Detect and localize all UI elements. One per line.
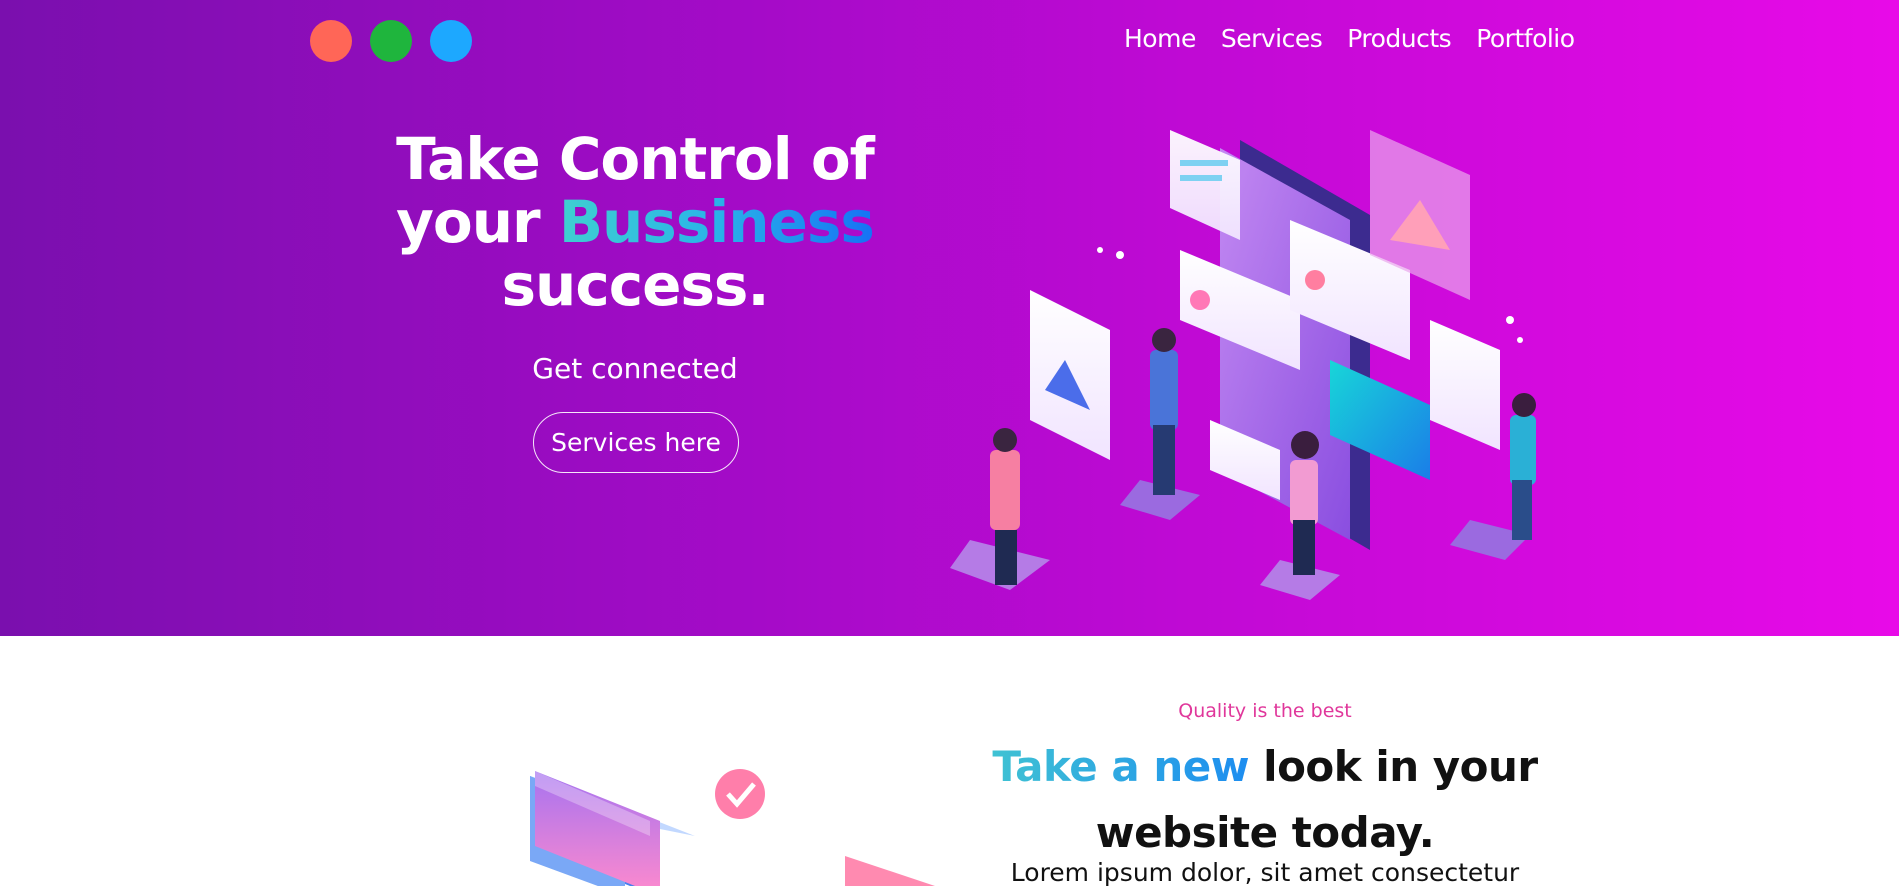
blue-dot-icon[interactable] bbox=[430, 20, 472, 62]
features-section: Quality is the best Take a new look in y… bbox=[0, 636, 1899, 886]
headline-line1: Take Control of bbox=[396, 125, 875, 193]
services-button[interactable]: Services here bbox=[533, 412, 739, 473]
nav-services[interactable]: Services bbox=[1221, 24, 1323, 53]
heading-highlight: Take a new bbox=[992, 742, 1250, 791]
nav-portfolio[interactable]: Portfolio bbox=[1476, 24, 1575, 53]
nav-products[interactable]: Products bbox=[1347, 24, 1451, 53]
section-heading: Take a new look in your website today. bbox=[985, 734, 1545, 866]
hero-section: Home Services Products Portfolio Take Co… bbox=[0, 0, 1899, 636]
headline-line3: success. bbox=[501, 251, 770, 319]
hero-illustration bbox=[950, 130, 1536, 600]
headline-highlight: Bussiness bbox=[558, 188, 875, 256]
heading-rest2: website today. bbox=[1095, 808, 1435, 857]
green-dot-icon[interactable] bbox=[370, 20, 412, 62]
main-nav: Home Services Products Portfolio bbox=[1124, 24, 1575, 53]
hero-subtitle: Get connected bbox=[532, 352, 738, 385]
dashboard-illustration bbox=[530, 769, 935, 886]
hero-headline: Take Control of your Bussiness success. bbox=[330, 128, 940, 317]
section-body-text: Lorem ipsum dolor, sit amet consectetur bbox=[1010, 858, 1520, 886]
headline-your: your bbox=[396, 188, 559, 256]
nav-home[interactable]: Home bbox=[1124, 24, 1196, 53]
window-dots bbox=[310, 20, 472, 62]
red-dot-icon[interactable] bbox=[310, 20, 352, 62]
section-eyebrow: Quality is the best bbox=[1178, 700, 1352, 722]
heading-rest1: look in your bbox=[1249, 742, 1538, 791]
